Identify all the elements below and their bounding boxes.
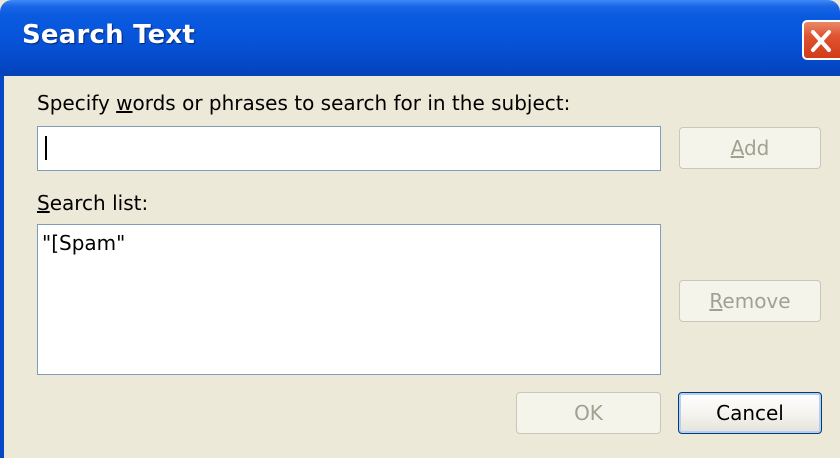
window-frame [0,76,4,458]
cancel-button[interactable]: Cancel [678,392,822,434]
remove-button[interactable]: Remove [679,280,821,322]
search-prompt-label: Specify words or phrases to search for i… [37,91,571,115]
add-button[interactable]: Add [679,127,821,169]
close-button[interactable] [802,20,840,60]
search-input[interactable] [37,126,661,171]
dialog-title: Search Text [22,20,196,50]
title-bar[interactable]: Search Text [0,0,840,76]
list-item[interactable]: "[Spam" [42,231,125,255]
ok-button[interactable]: OK [516,392,661,434]
search-text-dialog: Search Text Specify words or phrases to … [0,0,840,458]
text-caret [45,136,47,160]
search-list[interactable]: "[Spam" [37,224,661,375]
search-list-label: Search list: [37,191,149,215]
close-icon [811,30,831,52]
